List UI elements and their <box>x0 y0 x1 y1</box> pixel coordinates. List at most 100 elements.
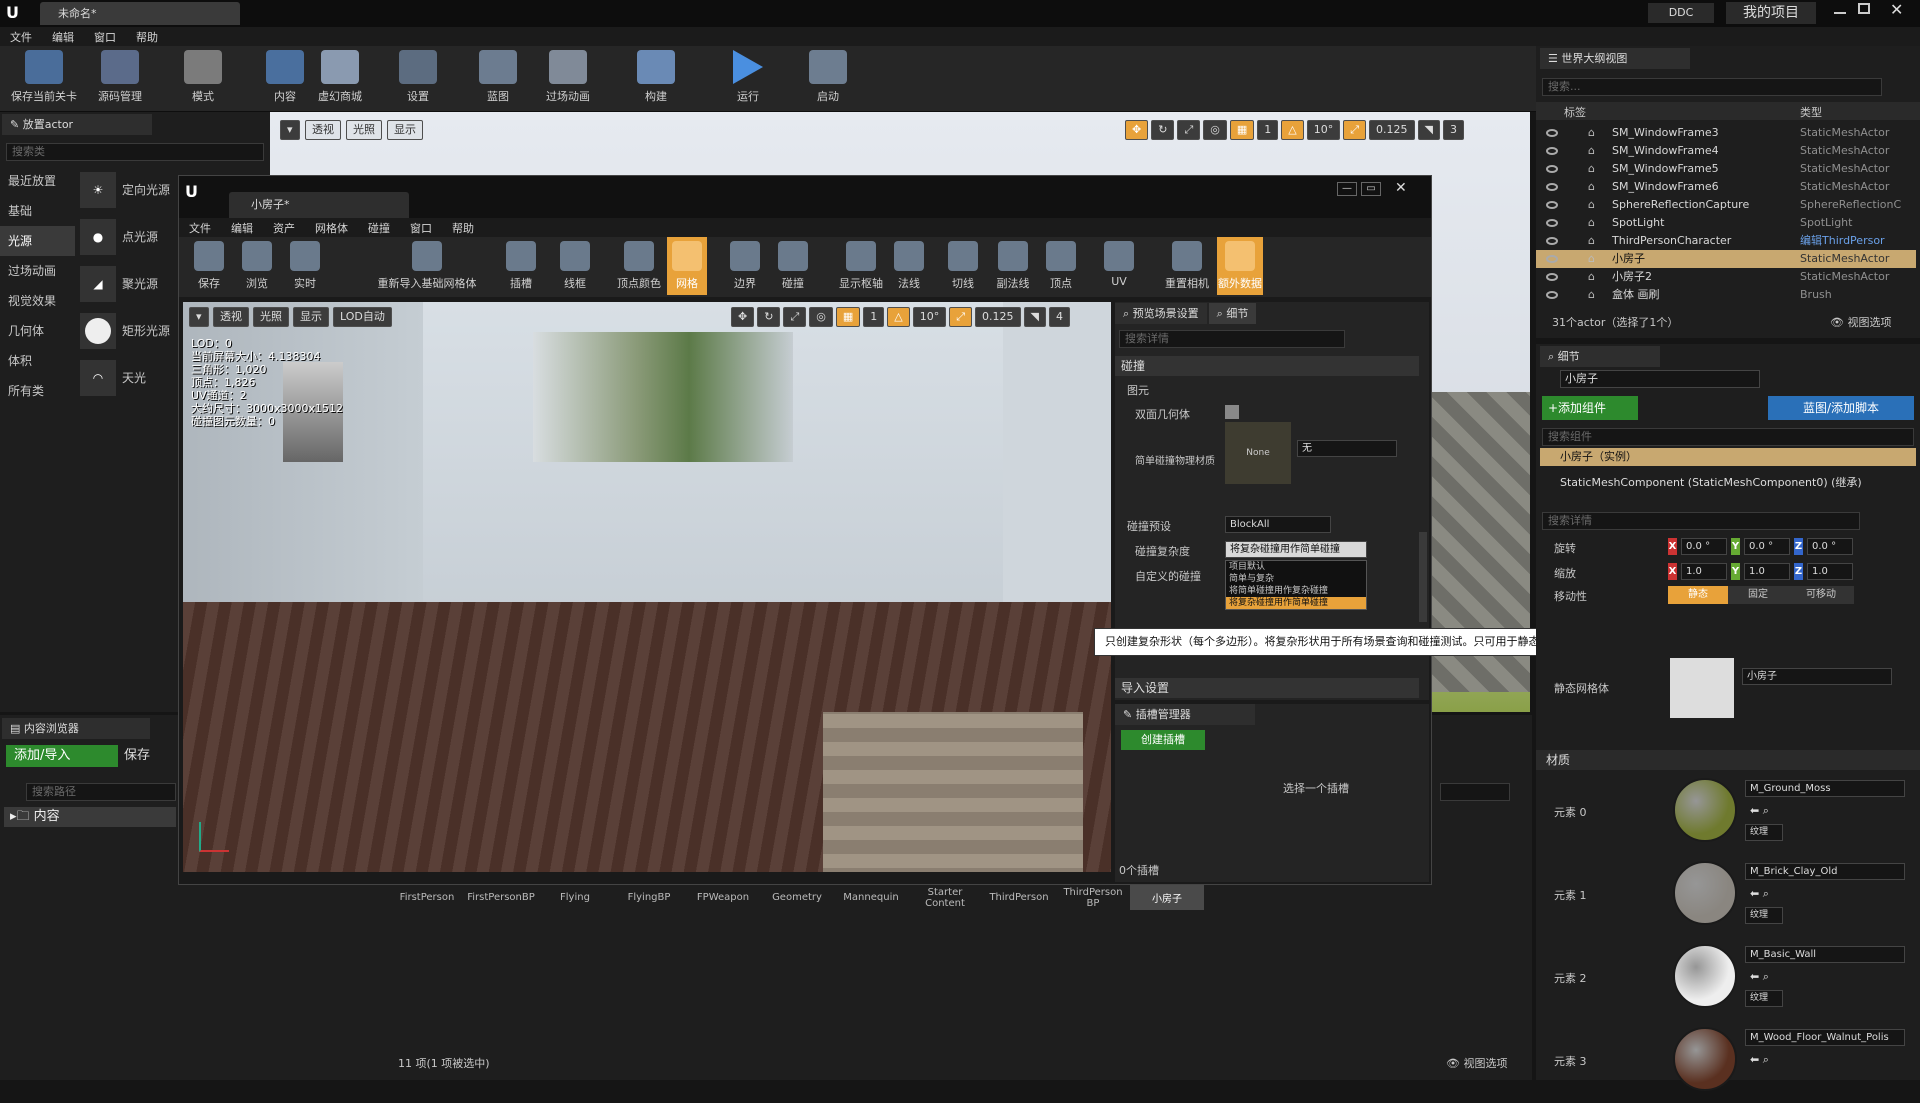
visibility-eye-icon[interactable] <box>1546 183 1558 191</box>
world-outliner-tab[interactable]: ☰ 世界大纲视图 <box>1540 48 1690 69</box>
use-selected-icon[interactable]: ⬅ ⌕ <box>1750 1053 1769 1067</box>
create-socket-button[interactable]: 创建插槽 <box>1121 730 1205 750</box>
mobility-stationary-button[interactable]: 固定 <box>1728 586 1788 604</box>
visibility-eye-icon[interactable] <box>1546 273 1558 281</box>
collision-complexity-dropdown[interactable]: 将复杂碰撞用作简单碰撞 <box>1225 541 1367 558</box>
rotate-icon[interactable]: ↻ <box>1151 120 1175 140</box>
mesh-preview-viewport[interactable]: ▾ 透视 光照 显示 LOD自动 ✥ ↻ ⤢ ◎ ▦ 1 △ 10° ⤢ 0.1… <box>183 302 1111 872</box>
editor-show-button[interactable]: 显示 <box>293 307 329 327</box>
content-root-folder[interactable]: ▸🗀 内容 <box>4 807 176 827</box>
material-dropdown[interactable]: M_Brick_Clay_Old <box>1745 863 1905 880</box>
details-panel-tab[interactable]: ⌕ 细节 <box>1540 346 1660 367</box>
editor-toolbar-button[interactable]: 重置相机 <box>1163 237 1211 295</box>
details-scrollbar[interactable] <box>1419 532 1427 622</box>
editor-toolbar-button[interactable]: 副法线 <box>993 237 1033 295</box>
camera-speed-value[interactable]: 4 <box>1049 307 1071 327</box>
option-simple-as-complex[interactable]: 将简单碰撞用作复杂碰撞 <box>1226 585 1366 597</box>
rotation-x-input[interactable]: 0.0 ° <box>1681 538 1727 555</box>
editor-menu-help[interactable]: 帮助 <box>452 220 474 236</box>
ddc-button[interactable]: DDC <box>1648 3 1714 23</box>
visibility-eye-icon[interactable] <box>1546 237 1558 245</box>
editor-toolbar-button[interactable]: 顶点 <box>1041 237 1081 295</box>
actor-name-field[interactable]: 小房子 <box>1560 370 1760 388</box>
details-tab[interactable]: ⌕ 细节 <box>1208 302 1257 324</box>
outliner-row[interactable]: ⌂ SM_WindowFrame6 StaticMeshActor <box>1536 178 1916 196</box>
type-column-header[interactable]: 类型 <box>1800 104 1822 120</box>
visibility-eye-icon[interactable] <box>1546 255 1558 263</box>
add-import-button[interactable]: 添加/导入 <box>6 745 118 767</box>
phys-material-thumbnail[interactable]: None <box>1225 422 1291 484</box>
visibility-eye-icon[interactable] <box>1546 291 1558 299</box>
grid-snap-icon[interactable]: ▦ <box>1229 120 1255 140</box>
outliner-row[interactable]: ⌂ 盒体 画刷 Brush <box>1536 286 1916 304</box>
blueprint-add-script-button[interactable]: 蓝图/添加脚本 <box>1768 396 1914 420</box>
folder-small-house[interactable]: 小房子 <box>1130 885 1204 910</box>
asset-search-input[interactable] <box>1440 783 1510 801</box>
material-thumbnail[interactable] <box>1673 944 1737 1008</box>
outliner-row[interactable]: ⌂ 小房子 StaticMeshActor <box>1536 250 1916 268</box>
add-component-button[interactable]: +添加组件 <box>1542 396 1638 420</box>
menu-window[interactable]: 窗口 <box>94 29 116 45</box>
scale-snap-value[interactable]: 0.125 <box>1369 120 1415 140</box>
save-all-button[interactable]: 保存 <box>124 745 174 767</box>
editor-toolbar-button[interactable]: 顶点颜色 <box>607 237 671 295</box>
static-mesh-dropdown[interactable]: 小房子 <box>1742 668 1892 685</box>
menu-help[interactable]: 帮助 <box>136 29 158 45</box>
category-recent[interactable]: 最近放置 <box>0 166 75 196</box>
editor-toolbar-button[interactable]: 显示枢轴 <box>829 237 893 295</box>
option-project-default[interactable]: 项目默认 <box>1226 561 1366 573</box>
path-search-input[interactable]: 搜索路径 <box>26 783 176 801</box>
category-geometry[interactable]: 几何体 <box>0 316 75 346</box>
static-mesh-component-row[interactable]: StaticMeshComponent (StaticMeshComponent… <box>1560 474 1862 490</box>
category-basic[interactable]: 基础 <box>0 196 75 226</box>
editor-close-icon[interactable]: ✕ <box>1395 180 1407 196</box>
launch-button[interactable]: 启动 <box>800 50 856 110</box>
collision-preset-dropdown[interactable]: BlockAll <box>1225 516 1331 533</box>
category-all-classes[interactable]: 所有类 <box>0 376 75 406</box>
texture-dropdown[interactable]: 纹理 <box>1745 824 1783 841</box>
rotation-snap-icon[interactable]: △ <box>887 307 910 327</box>
content-view-options[interactable]: 👁 视图选项 <box>1446 1055 1507 1071</box>
editor-toolbar-button[interactable]: 额外数据 <box>1217 237 1263 295</box>
world-icon[interactable]: ◎ <box>809 307 833 327</box>
directional-light-item[interactable]: ☀ 定向光源 <box>80 166 180 213</box>
editor-toolbar-button[interactable]: 网格 <box>667 237 707 295</box>
camera-speed-icon[interactable]: ◥ <box>1023 307 1047 327</box>
outliner-row[interactable]: ⌂ SM_WindowFrame5 StaticMeshActor <box>1536 160 1916 178</box>
scale-x-input[interactable]: 1.0 <box>1681 563 1727 580</box>
scale-icon[interactable]: ⤢ <box>1177 120 1201 140</box>
details-search-input[interactable]: 搜索详情 <box>1542 512 1860 530</box>
grid-snap-value[interactable]: 1 <box>1257 120 1279 140</box>
editor-toolbar-button[interactable]: 碰撞 <box>773 237 813 295</box>
material-dropdown[interactable]: M_Wood_Floor_Walnut_Polis <box>1745 1029 1905 1046</box>
visibility-eye-icon[interactable] <box>1546 219 1558 227</box>
label-column-header[interactable]: 标签 <box>1564 104 1586 120</box>
scale-y-input[interactable]: 1.0 <box>1744 563 1790 580</box>
folder-starter-content[interactable]: Starter Content <box>908 887 982 909</box>
outliner-row[interactable]: ⌂ 小房子2 StaticMeshActor <box>1536 268 1916 286</box>
visibility-eye-icon[interactable] <box>1546 129 1558 137</box>
mobility-static-button[interactable]: 静态 <box>1668 586 1728 604</box>
outliner-row[interactable]: ⌂ SphereReflectionCapture SphereReflection… <box>1536 196 1916 214</box>
point-light-item[interactable]: ● 点光源 <box>80 213 180 260</box>
folder-firstperson[interactable]: FirstPerson <box>390 892 464 903</box>
editor-perspective-button[interactable]: 透视 <box>213 307 249 327</box>
visibility-eye-icon[interactable] <box>1546 165 1558 173</box>
sky-light-item[interactable]: ◠ 天光 <box>80 354 180 401</box>
materials-section-header[interactable]: 材质 <box>1536 750 1920 770</box>
folder-geometry[interactable]: Geometry <box>760 892 834 903</box>
component-search-input[interactable]: 搜索组件 <box>1542 428 1914 446</box>
project-tab[interactable]: 未命名* <box>40 2 240 25</box>
outliner-search-input[interactable]: 搜索... <box>1542 78 1882 96</box>
editor-menu-window[interactable]: 窗口 <box>410 220 432 236</box>
editor-toolbar-button[interactable]: 插槽 <box>501 237 541 295</box>
content-button[interactable]: 内容 <box>260 50 310 110</box>
cinematics-button[interactable]: 过场动画 <box>538 50 598 110</box>
double-sided-checkbox[interactable] <box>1225 405 1239 419</box>
translate-icon[interactable]: ✥ <box>1125 120 1149 140</box>
option-simple-and-complex[interactable]: 简单与复杂 <box>1226 573 1366 585</box>
editor-menu-asset[interactable]: 资产 <box>273 220 295 236</box>
option-complex-as-simple[interactable]: 将复杂碰撞用作简单碰撞 <box>1226 597 1366 609</box>
editor-toolbar-button[interactable]: 实时 <box>285 237 325 295</box>
scale-snap-icon[interactable]: ⤢ <box>1343 120 1367 140</box>
